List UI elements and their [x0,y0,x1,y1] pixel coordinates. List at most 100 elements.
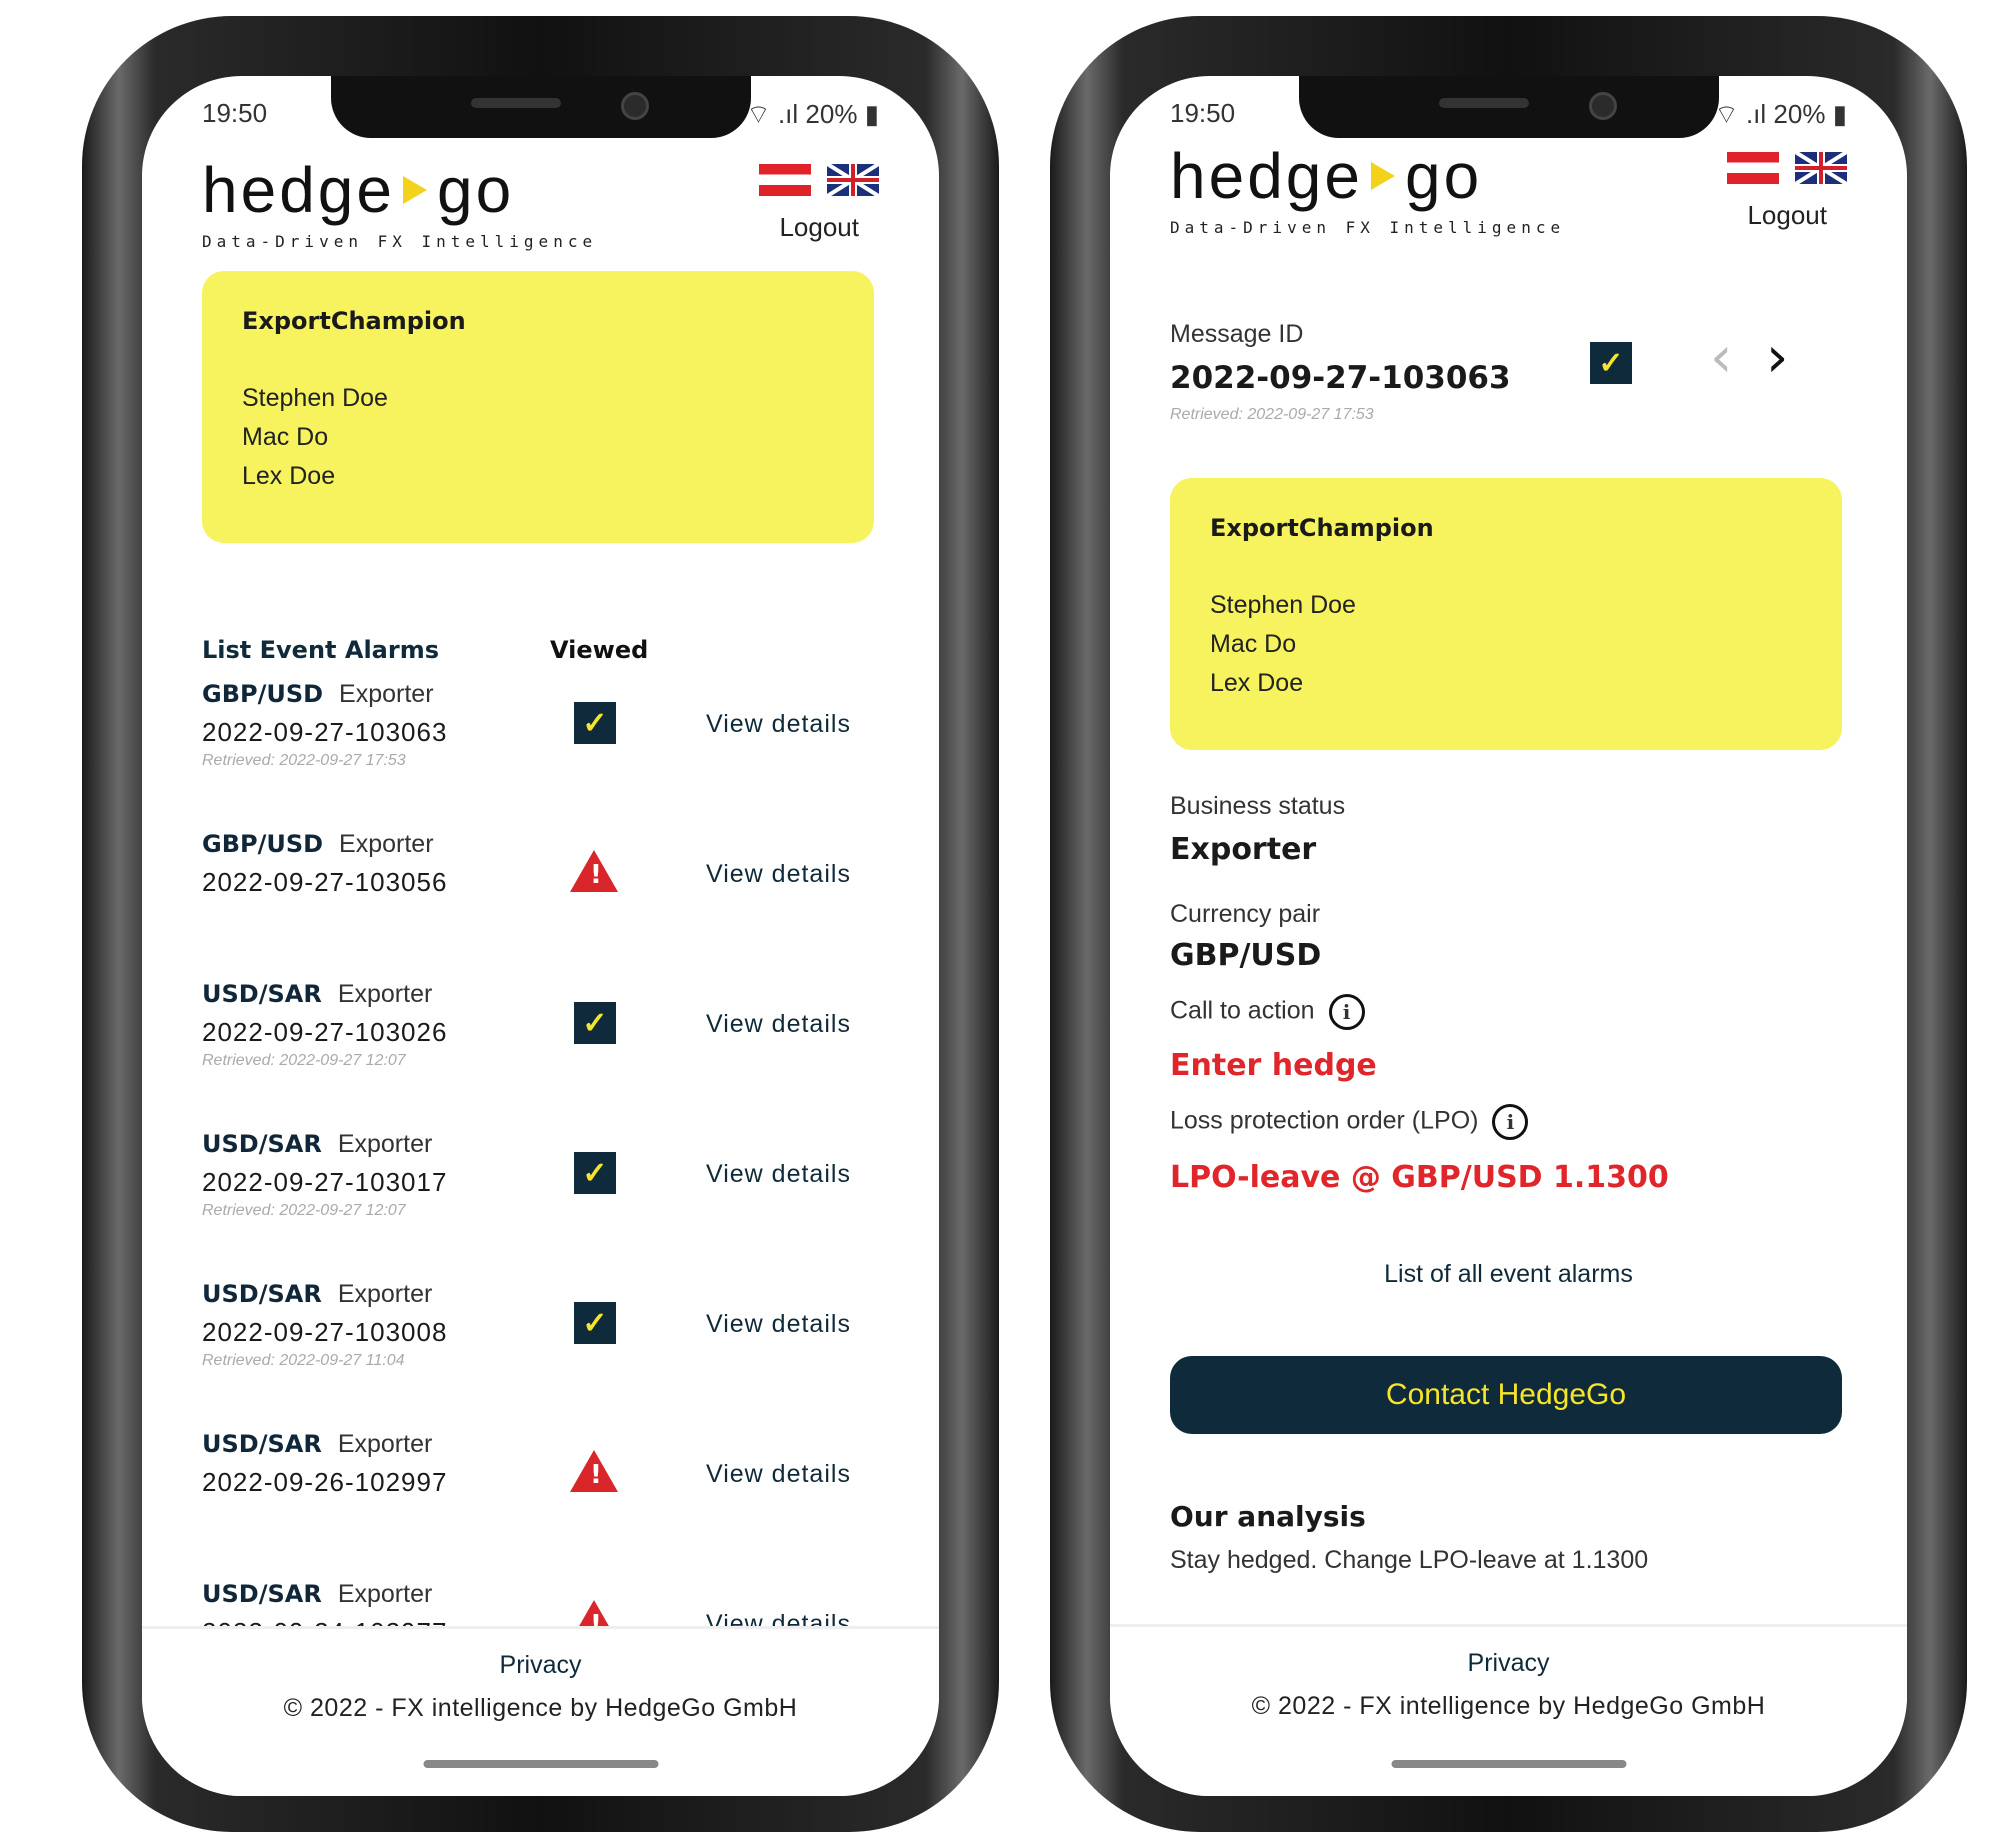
row-pair: USD/SAR [202,1130,322,1158]
home-indicator [423,1760,658,1768]
home-indicator [1391,1760,1626,1768]
status-battery: ⌔ .ıl 20% ▮ [1714,99,1847,129]
contact-button[interactable]: Contact HedgeGo [1170,1356,1842,1434]
logout-link[interactable]: Logout [1747,200,1827,231]
row-status: Exporter [339,830,434,858]
footer: Privacy © 2022 - FX intelligence by Hedg… [142,1626,939,1796]
currency-pair-label: Currency pair [1170,900,1321,928]
uk-flag-icon[interactable] [827,164,879,196]
row-pair: USD/SAR [202,1430,322,1458]
row-retrieved: Retrieved: 2022-09-27 12:07 [202,1052,406,1069]
notch [330,76,751,138]
retrieved-time: Retrieved: 2022-09-27 17:53 [1170,406,1374,423]
view-details-link[interactable]: View details [706,1010,851,1039]
lpo-value: LPO-leave @ GBP/USD 1.1300 [1170,1160,1669,1195]
row-status: Exporter [337,1430,433,1458]
screen-detail: 19:50 ⌔ .ıl 20% ▮ hedge go Data-Driven FX… [1110,76,1907,1796]
view-details-link[interactable]: View details [706,1160,851,1189]
row-pair: GBP/USD [202,680,324,708]
status-time: 19:50 [202,98,268,128]
brand-tagline: Data-Driven FX Intelligence [1170,218,1566,237]
view-details-link[interactable]: View details [706,1460,851,1489]
brand-name-left: hedge [1170,140,1363,212]
lpo-label: Loss protection order (LPO) i [1170,1104,1529,1140]
card-name: Lex Doe [242,462,336,490]
viewed-header: Viewed [550,636,649,664]
check-icon: ✓ [574,1152,616,1194]
row-pair: USD/SAR [202,1580,322,1608]
play-icon [402,176,427,204]
language-switcher [759,164,879,196]
row-pair: GBP/USD [202,830,324,858]
business-status-label: Business status [1170,792,1346,820]
row-status: Exporter [337,980,433,1008]
message-id: 2022-09-27-103063 [1170,360,1511,396]
message-id-label: Message ID [1170,320,1304,348]
row-status: Exporter [337,1280,433,1308]
analysis-text: Stay hedged. Change LPO-leave at 1.1300 [1170,1546,1649,1574]
view-details-link[interactable]: View details [706,1310,851,1339]
check-icon: ✓ [574,1302,616,1344]
warning-icon: ! [570,850,618,892]
business-status: Exporter [1170,832,1317,867]
card-name: Mac Do [1210,630,1297,658]
austria-flag-icon[interactable] [1727,152,1779,184]
view-details-link[interactable]: View details [706,860,851,889]
list-item[interactable]: GBP/USD Exporter 2022-09-27-103056 ! View… [202,830,874,980]
brand-logo[interactable]: hedge go Data-Driven FX Intelligence [202,158,597,251]
view-details-link[interactable]: View details [706,710,851,739]
analysis-title: Our analysis [1170,1500,1366,1533]
brand-name-left: hedge [202,154,395,226]
phone-frame-right: 19:50 ⌔ .ıl 20% ▮ hedge go Data-Driven FX… [1050,16,1967,1832]
check-icon: ✓ [574,1002,616,1044]
check-icon: ✓ [1590,342,1632,384]
logout-link[interactable]: Logout [779,212,859,243]
brand-logo[interactable]: hedge go Data-Driven FX Intelligence [1170,144,1565,237]
list-item[interactable]: USD/SAR Exporter 2022-09-26-102997 ! View… [202,1430,874,1580]
brand-name-right: go [436,154,515,226]
row-status: Exporter [339,680,434,708]
card-name: Stephen Doe [242,384,388,412]
chevron-left-icon[interactable]: ‹ [1710,330,1732,386]
call-to-action-label: Call to action i [1170,994,1365,1030]
brand-name-right: go [1404,140,1483,212]
card-name: Lex Doe [1210,669,1304,697]
currency-pair: GBP/USD [1170,938,1322,973]
card-title: ExportChampion [1210,514,1434,542]
row-retrieved: Retrieved: 2022-09-27 17:53 [202,752,406,769]
list-item[interactable]: GBP/USD Exporter 2022-09-27-103063 Retrie… [202,680,874,830]
notch [1298,76,1719,138]
status-time: 19:50 [1170,98,1236,128]
list-header: List Event Alarms Viewed [202,636,874,664]
row-retrieved: Retrieved: 2022-09-27 12:07 [202,1202,406,1219]
privacy-link[interactable]: Privacy [142,1651,939,1680]
row-retrieved: Retrieved: 2022-09-27 11:04 [202,1352,405,1369]
list-item[interactable]: USD/SAR Exporter 2022-09-27-103017 Retrie… [202,1130,874,1280]
footer: Privacy © 2022 - FX intelligence by Hedg… [1110,1624,1907,1796]
copyright: © 2022 - FX intelligence by HedgeGo GmbH [283,1694,798,1722]
chevron-right-icon[interactable]: › [1766,330,1788,386]
list-item[interactable]: USD/SAR Exporter 2022-09-27-103008 Retrie… [202,1280,874,1430]
status-battery: ⌔ .ıl 20% ▮ [746,99,879,129]
language-switcher [1727,152,1847,184]
info-icon[interactable]: i [1328,994,1365,1030]
client-card: ExportChampion Stephen Doe Mac Do Lex Do… [202,271,874,543]
screen-list: 19:50 ⌔ .ıl 20% ▮ hedge go Data-Driven FX… [142,76,939,1796]
list-item[interactable]: USD/SAR Exporter 2022-09-27-103026 Retrie… [202,980,874,1130]
brand-tagline: Data-Driven FX Intelligence [202,232,598,251]
austria-flag-icon[interactable] [759,164,811,196]
list-title: List Event Alarms [202,636,439,664]
check-icon: ✓ [574,702,616,744]
warning-icon: ! [570,1450,618,1492]
row-pair: USD/SAR [202,980,322,1008]
copyright: © 2022 - FX intelligence by HedgeGo GmbH [1251,1692,1766,1720]
play-icon [1370,162,1395,190]
uk-flag-icon[interactable] [1795,152,1847,184]
card-name: Mac Do [242,423,329,451]
info-icon[interactable]: i [1492,1104,1529,1140]
all-alarms-link[interactable]: List of all event alarms [1110,1260,1907,1289]
privacy-link[interactable]: Privacy [1110,1649,1907,1678]
row-pair: USD/SAR [202,1280,322,1308]
client-card: ExportChampion Stephen Doe Mac Do Lex Do… [1170,478,1842,750]
phone-frame-left: 19:50 ⌔ .ıl 20% ▮ hedge go Data-Driven FX… [82,16,999,1832]
